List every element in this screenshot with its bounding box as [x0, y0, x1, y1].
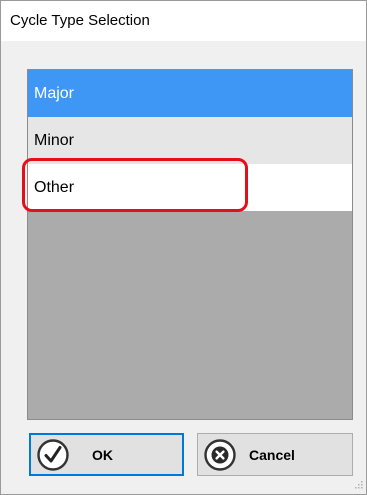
list-item-other[interactable]: Other: [28, 164, 352, 211]
title-bar: Cycle Type Selection: [1, 1, 366, 41]
x-circle-icon: [204, 438, 236, 471]
window-title: Cycle Type Selection: [10, 12, 150, 29]
check-circle-icon: [37, 438, 69, 471]
cancel-button-label: Cancel: [249, 446, 295, 463]
list-item-label: Major: [34, 85, 75, 102]
cycle-type-listbox[interactable]: Major Minor Other: [27, 69, 353, 420]
cycle-type-dialog: Cycle Type Selection Major Minor Other O…: [0, 0, 367, 495]
resize-grip-icon[interactable]: [353, 481, 363, 491]
list-item-major[interactable]: Major: [28, 70, 352, 117]
ok-button[interactable]: OK: [29, 433, 184, 476]
list-item-label: Minor: [34, 132, 75, 149]
ok-button-label: OK: [92, 446, 113, 463]
cancel-button[interactable]: Cancel: [197, 433, 353, 476]
list-item-minor[interactable]: Minor: [28, 117, 352, 164]
list-item-label: Other: [34, 179, 75, 196]
